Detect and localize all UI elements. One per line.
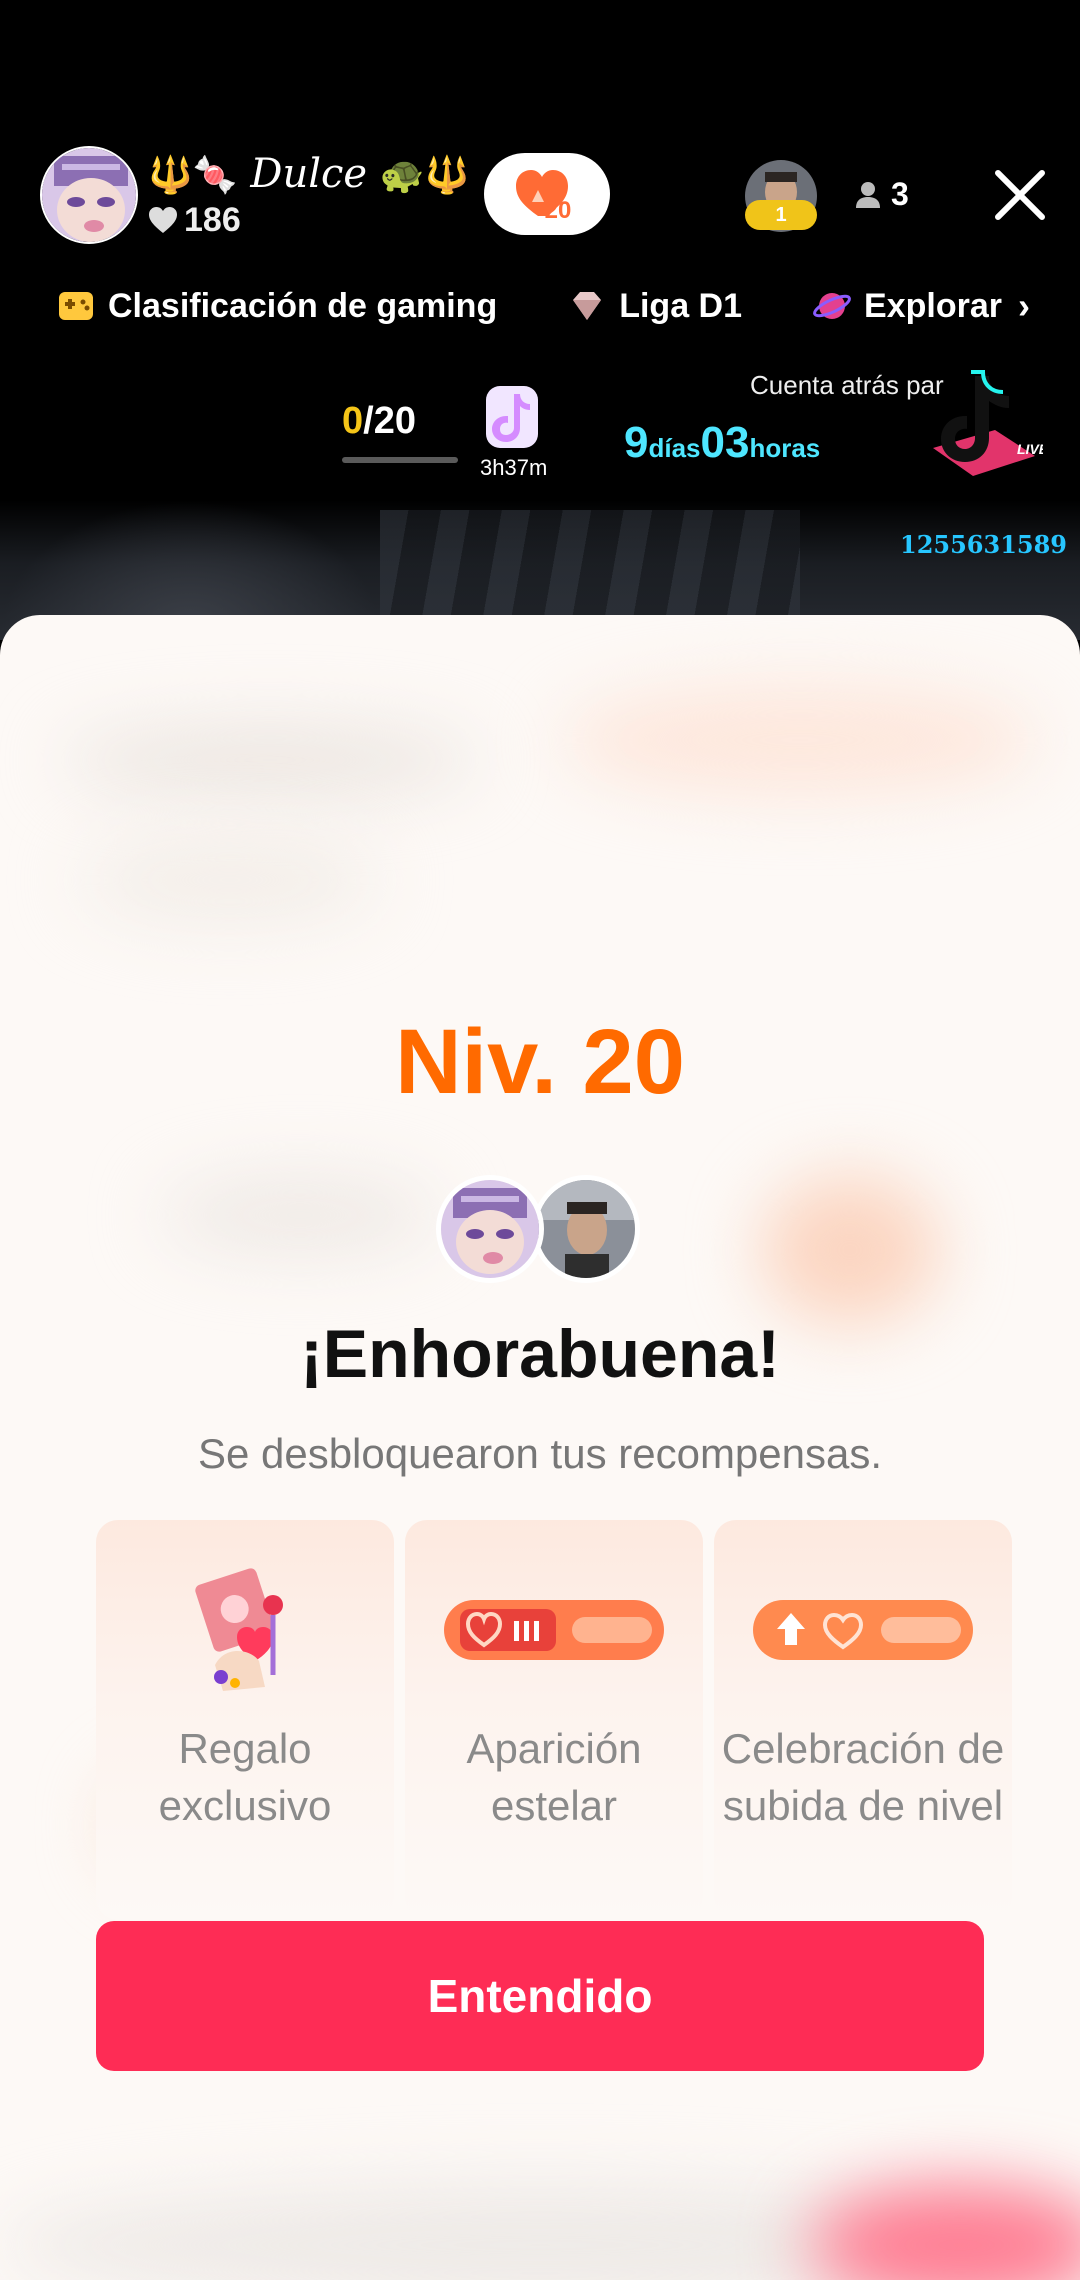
- congrats-heading: ¡Enhorabuena!: [300, 1316, 780, 1392]
- goal-progress-count: 0/20: [342, 400, 458, 443]
- tiktok-note-icon[interactable]: [480, 382, 542, 452]
- got-it-button[interactable]: Entendido: [96, 1921, 984, 2071]
- tag-league-d1[interactable]: Liga D1: [567, 286, 742, 326]
- level-title: Niv. 20: [395, 1011, 685, 1113]
- reward-level-up-celebration[interactable]: Celebración de subida de nivel: [714, 1520, 1012, 1920]
- tag-gaming-ranking[interactable]: Clasificación de gaming: [56, 286, 497, 326]
- host-likes-count: 186: [184, 200, 241, 239]
- goal-total: /20: [363, 400, 416, 442]
- countdown-days-unit: días: [648, 433, 701, 463]
- host-likes: 186: [148, 201, 469, 240]
- close-icon[interactable]: [990, 165, 1050, 225]
- level-up-sheet: Niv. 20 ¡Enhorabuena! Se desbloquearon t…: [0, 615, 1080, 2280]
- host-avatar[interactable]: [40, 146, 138, 244]
- host-avatar: [436, 1175, 544, 1283]
- fan-level-value: 20: [545, 197, 572, 222]
- fan-level-heart-icon: 20: [516, 170, 572, 222]
- top-viewer-rank-badge: 1: [745, 200, 817, 230]
- goal-current: 0: [342, 400, 364, 442]
- tag-label: Liga D1: [619, 286, 743, 325]
- viewer-count[interactable]: 3: [855, 176, 909, 213]
- gamepad-icon: [59, 292, 93, 320]
- tag-label: Clasificación de gaming: [108, 286, 498, 325]
- goal-progress[interactable]: 0/20: [342, 400, 458, 463]
- chevron-right-icon[interactable]: ›: [1018, 285, 1030, 327]
- gift-hand-icon: [195, 1568, 283, 1691]
- heart-icon: [149, 207, 177, 233]
- host-name: 🔱🍬 Dulce 🐢🔱: [148, 151, 469, 197]
- blurred-background-shape: [760, 1175, 940, 1325]
- reward-label: Celebración de subida de nivel: [721, 1725, 1005, 1829]
- blurred-background-shape: [80, 835, 380, 925]
- viewer-count-value: 3: [891, 176, 909, 212]
- host-name-text: Dulce: [250, 150, 368, 197]
- countdown-label: Cuenta atrás par: [750, 370, 944, 400]
- rewards-list: Regalo exclusivo Aparición estelar Celeb…: [96, 1520, 1012, 1920]
- countdown-hours-unit: horas: [749, 433, 821, 463]
- reward-label: Regalo exclusivo: [158, 1725, 332, 1829]
- host-name-suffix-emoji: 🐢🔱: [379, 154, 470, 196]
- svg-text:LIVE: LIVE: [1017, 441, 1043, 457]
- tag-label: Explorar: [864, 286, 1002, 325]
- reward-exclusive-gift[interactable]: Regalo exclusivo: [96, 1520, 394, 1920]
- host-name-prefix-emoji: 🔱🍬: [148, 154, 238, 196]
- host-viewer-avatar-pair: [436, 1175, 642, 1285]
- blurred-background-shape: [160, 1175, 440, 1255]
- level-up-badge-icon: [753, 1600, 973, 1660]
- category-tags-row: Clasificación de gaming Liga D1 Explorar…: [56, 280, 1080, 332]
- host-info[interactable]: 🔱🍬 Dulce 🐢🔱 186: [40, 145, 469, 245]
- diamond-icon: [573, 292, 602, 320]
- tiktok-live-logo[interactable]: LIVE: [925, 368, 1043, 480]
- goal-progress-bar: [342, 457, 458, 463]
- tag-explore[interactable]: Explorar ›: [812, 285, 1030, 327]
- entrance-badge-icon: [444, 1600, 664, 1660]
- blurred-background-shape: [560, 685, 1040, 795]
- reward-star-entrance[interactable]: Aparición estelar: [405, 1520, 703, 1920]
- countdown-timer[interactable]: 9días03horas: [624, 418, 820, 468]
- countdown-days: 9: [624, 418, 649, 467]
- viewer-avatar: [532, 1175, 640, 1283]
- planet-icon: [813, 293, 851, 319]
- goal-time-left: 3h37m: [480, 455, 548, 480]
- blurred-background-shape: [60, 725, 480, 795]
- rewards-unlocked-text: Se desbloquearon tus recompensas.: [197, 1430, 883, 1477]
- fan-level-button[interactable]: 20: [484, 153, 610, 235]
- person-icon: [856, 181, 880, 208]
- live-stream-id: 1255631589: [900, 530, 1067, 559]
- reward-label: Aparición estelar: [466, 1725, 642, 1829]
- countdown-hours: 03: [700, 418, 750, 467]
